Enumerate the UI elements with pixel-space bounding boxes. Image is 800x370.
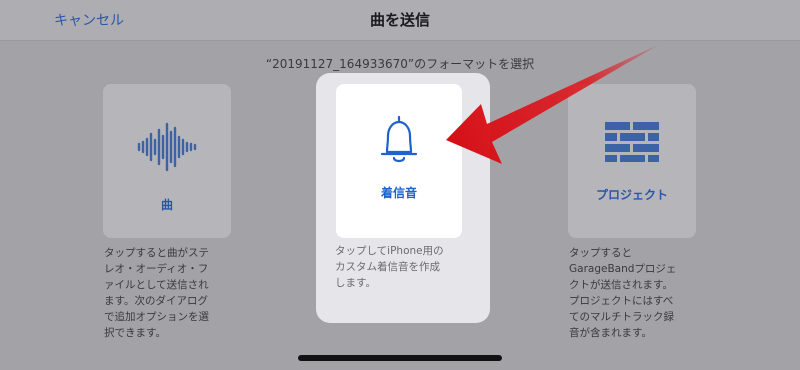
home-indicator[interactable] <box>298 355 502 361</box>
red-arrow-annotation <box>446 44 660 164</box>
